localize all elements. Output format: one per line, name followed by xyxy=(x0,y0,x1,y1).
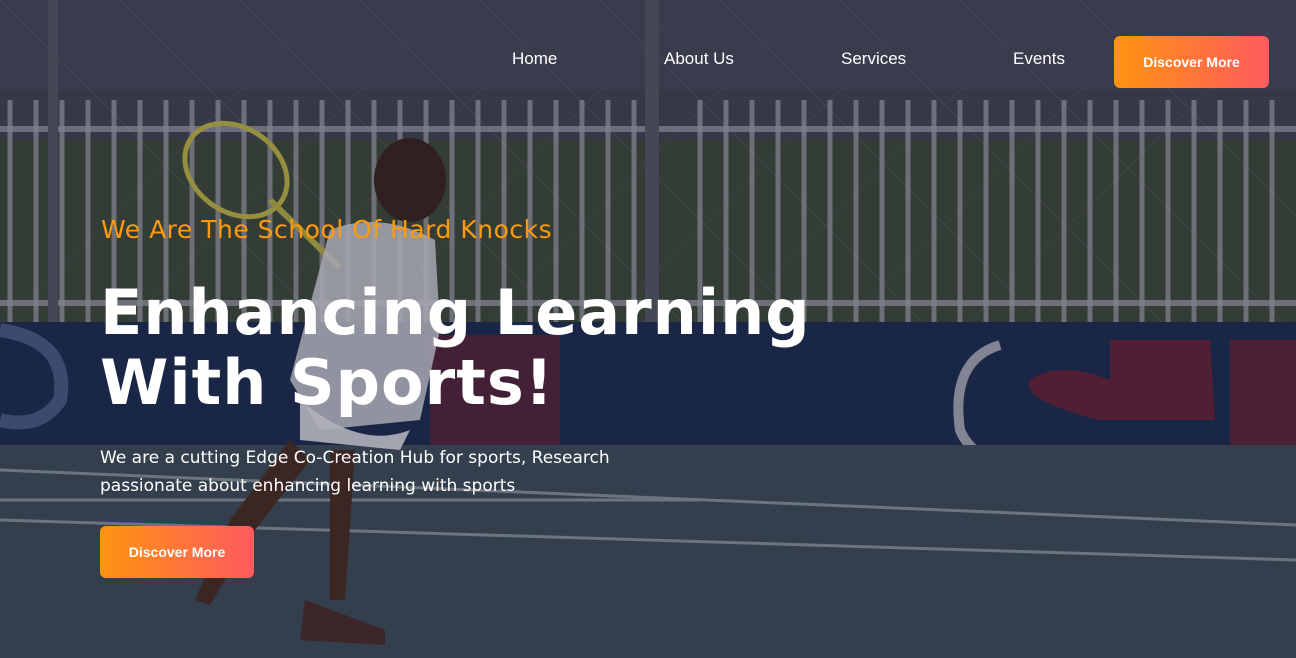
hero-discover-more-button[interactable]: Discover More xyxy=(100,526,254,578)
description-line-1: We are a cutting Edge Co-Creation Hub fo… xyxy=(100,448,610,468)
hero-description: We are a cutting Edge Co-Creation Hub fo… xyxy=(100,444,700,500)
headline-line-2: With Sports! xyxy=(100,346,555,419)
nav-link-about-us[interactable]: About Us xyxy=(664,49,734,69)
nav-link-services[interactable]: Services xyxy=(841,49,906,69)
nav-link-home[interactable]: Home xyxy=(512,49,557,69)
hero-section: Home About Us Services Events Discover M… xyxy=(0,0,1296,658)
top-navigation: Home About Us Services Events Discover M… xyxy=(0,36,1296,88)
nav-discover-more-button[interactable]: Discover More xyxy=(1114,36,1269,88)
description-line-2: passionate about enhancing learning with… xyxy=(100,476,516,496)
nav-link-events[interactable]: Events xyxy=(1013,49,1065,69)
headline-line-1: Enhancing Learning xyxy=(100,276,811,349)
hero-tagline: We Are The School Of Hard Knocks xyxy=(101,215,553,244)
hero-headline: Enhancing Learning With Sports! xyxy=(100,278,820,418)
